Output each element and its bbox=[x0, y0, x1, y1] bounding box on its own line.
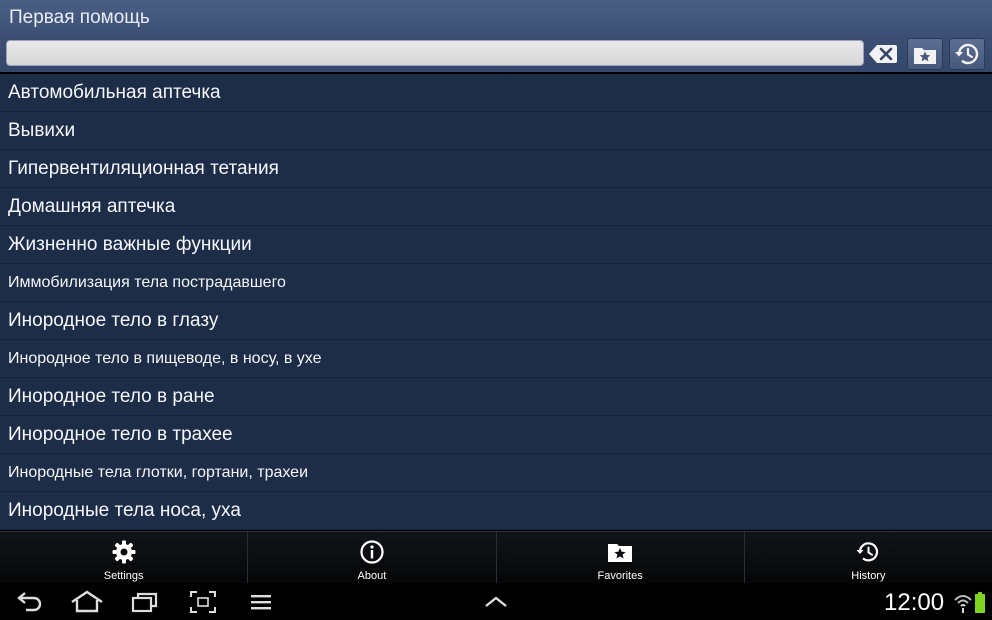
info-icon bbox=[360, 540, 384, 564]
nav-settings[interactable]: Settings bbox=[0, 532, 249, 583]
list-item-label: Инородное тело в пищеводе, в носу, в ухе bbox=[8, 349, 322, 367]
list-item-label: Жизненно важные функции bbox=[8, 233, 252, 255]
nav-about[interactable]: About bbox=[248, 532, 497, 583]
favorites-button[interactable] bbox=[907, 38, 943, 70]
wifi-icon bbox=[954, 595, 972, 613]
app-title: Первая помощь bbox=[9, 7, 150, 28]
list-item-label: Автомобильная аптечка bbox=[8, 81, 221, 103]
list-item-label: Инородное тело в трахее bbox=[8, 423, 233, 445]
list-item[interactable]: Жизненно важные функции bbox=[0, 226, 992, 264]
clear-search-button[interactable] bbox=[868, 43, 898, 65]
list-item[interactable]: Инородные тела глотки, гортани, трахеи bbox=[0, 454, 992, 492]
list-item-label: Иммобилизация тела пострадавшего bbox=[8, 273, 286, 291]
nav-about-label: About bbox=[357, 570, 387, 582]
nav-favorites[interactable]: Favorites bbox=[497, 532, 745, 583]
list-item-label: Гипервентиляционная тетания bbox=[8, 157, 279, 179]
list-item-label: Инородное тело в ране bbox=[8, 385, 215, 407]
list-item[interactable]: Инородное тело в глазу bbox=[0, 302, 992, 340]
star-folder-icon bbox=[608, 544, 633, 562]
list-item[interactable]: Вывихи bbox=[0, 112, 992, 150]
bottom-navigation: Settings About Favorites History bbox=[0, 531, 992, 583]
search-input[interactable] bbox=[6, 40, 864, 66]
nav-favorites-label: Favorites bbox=[597, 570, 643, 582]
topics-list: Автомобильная аптечка Вывихи Гипервентиляц… bbox=[0, 74, 992, 530]
list-item[interactable]: Домашняя аптечка bbox=[0, 188, 992, 226]
nav-history-label: History bbox=[851, 570, 886, 582]
list-item[interactable]: Гипервентиляционная тетания bbox=[0, 150, 992, 188]
screenshot-icon[interactable] bbox=[188, 589, 218, 615]
home-icon[interactable] bbox=[70, 589, 104, 615]
clock: 12:00 bbox=[884, 589, 945, 616]
list-item-label: Вывихи bbox=[8, 119, 76, 141]
list-item[interactable]: Инородное тело в трахее bbox=[0, 416, 992, 454]
list-item[interactable]: Инородные тела носа, уха bbox=[0, 492, 992, 530]
list-item[interactable]: Инородное тело в ране bbox=[0, 378, 992, 416]
back-icon[interactable] bbox=[16, 589, 44, 615]
list-item[interactable]: Инородное тело в пищеводе, в носу, в ухе bbox=[0, 340, 992, 378]
menu-icon[interactable] bbox=[248, 589, 274, 615]
list-item-label: Инородные тела глотки, гортани, трахеи bbox=[8, 463, 309, 481]
star-folder-icon bbox=[914, 48, 936, 64]
system-bar: 12:00 bbox=[0, 583, 992, 620]
list-item-label: Инородные тела носа, уха bbox=[8, 499, 241, 521]
list-item[interactable]: Иммобилизация тела пострадавшего bbox=[0, 264, 992, 302]
nav-settings-label: Settings bbox=[103, 570, 144, 582]
search-bar bbox=[0, 36, 992, 72]
title-bar: Первая помощь bbox=[0, 0, 992, 36]
list-item-label: Инородное тело в глазу bbox=[8, 309, 219, 331]
nav-history[interactable]: History bbox=[745, 532, 992, 583]
history-clock-icon bbox=[955, 43, 979, 65]
chevron-up-icon[interactable] bbox=[482, 589, 510, 615]
backspace-x-icon bbox=[869, 45, 897, 63]
gear-icon bbox=[112, 540, 136, 564]
recent-apps-icon[interactable] bbox=[130, 589, 160, 615]
battery-icon bbox=[975, 592, 985, 613]
list-item-label: Домашняя аптечка bbox=[8, 195, 176, 217]
history-clock-icon bbox=[856, 542, 879, 562]
history-button[interactable] bbox=[949, 38, 985, 70]
list-item[interactable]: Автомобильная аптечка bbox=[0, 74, 992, 112]
